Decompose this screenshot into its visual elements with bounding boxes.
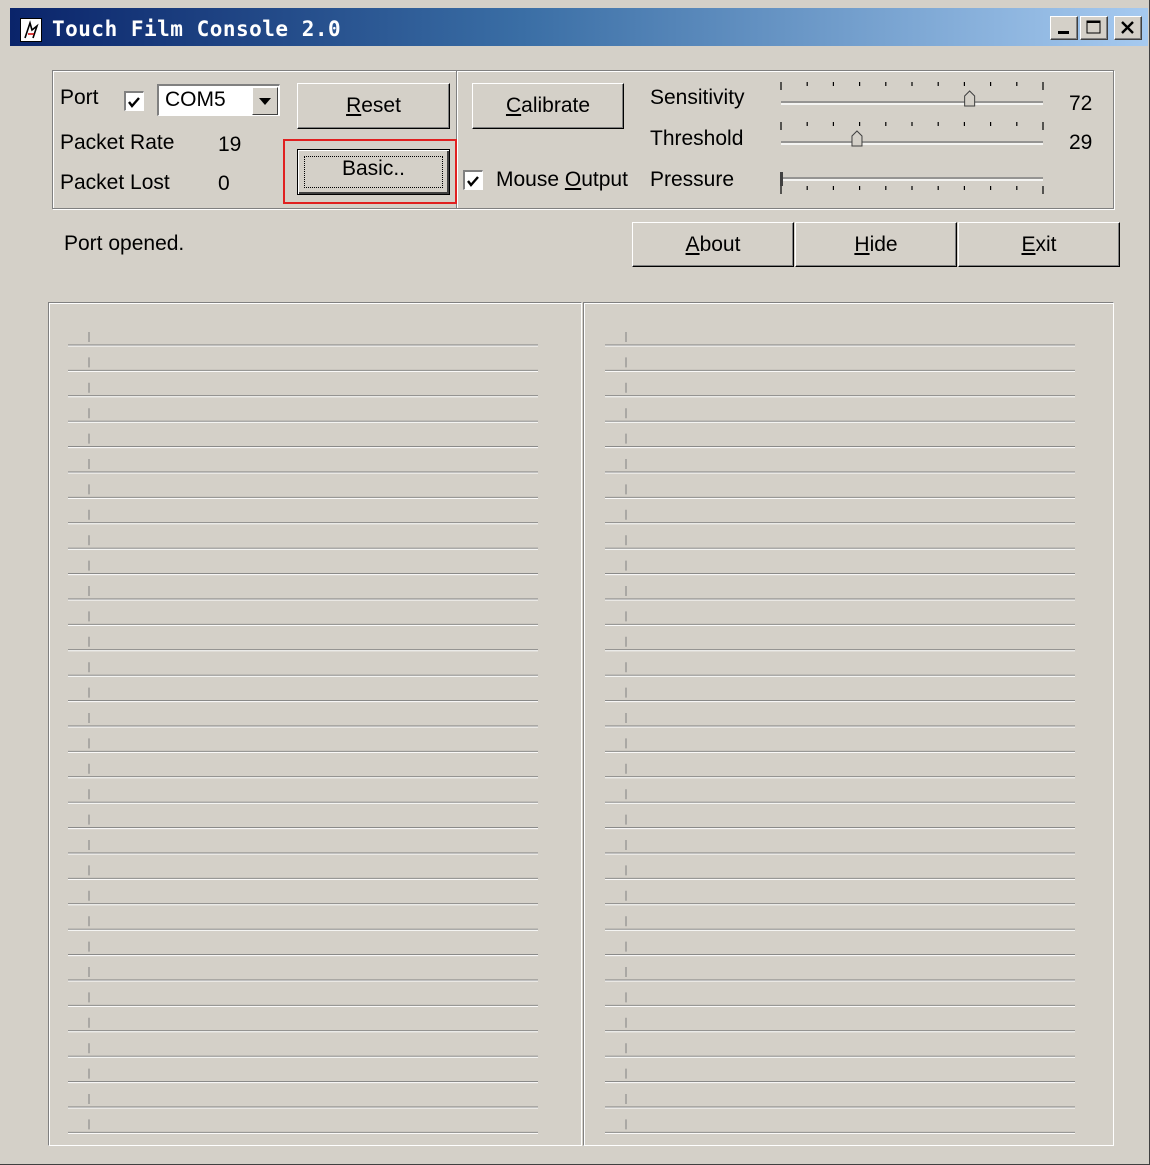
- window-title: Touch Film Console 2.0: [52, 17, 342, 41]
- close-icon: [1121, 21, 1134, 34]
- title-bar[interactable]: Touch Film Console 2.0: [10, 8, 1148, 46]
- threshold-label: Threshold: [650, 127, 744, 150]
- basic-label: Basic..: [341, 157, 406, 180]
- right-channel-tracks: [605, 332, 1075, 1134]
- reset-button[interactable]: Reset: [297, 83, 450, 129]
- pressure-thumb: [780, 172, 783, 186]
- checkmark-icon: [128, 97, 140, 108]
- mouse-output-checkbox[interactable]: [463, 170, 483, 190]
- threshold-thumb: [851, 130, 863, 147]
- port-label: Port: [60, 86, 99, 109]
- about-label-key: A: [685, 232, 700, 256]
- checkmark-icon: [467, 176, 479, 187]
- hide-label-key: H: [854, 232, 870, 256]
- maximize-icon: [1086, 20, 1101, 34]
- main-window: Touch Film Console 2.0 Port COM5 Packet …: [0, 0, 1150, 1165]
- sensitivity-slider[interactable]: [775, 80, 1051, 110]
- maximize-button[interactable]: [1080, 16, 1108, 40]
- pressure-slider[interactable]: [775, 168, 1051, 198]
- about-label-post: bout: [699, 232, 741, 256]
- mouse-output-label-pre: Mouse: [496, 168, 565, 191]
- threshold-slider[interactable]: [775, 120, 1051, 154]
- port-select-dropdown-button[interactable]: [252, 87, 278, 115]
- hide-button[interactable]: Hide: [795, 222, 957, 267]
- mouse-output-label[interactable]: Mouse Output: [496, 168, 628, 192]
- reset-label-post: eset: [361, 94, 401, 117]
- minimize-button[interactable]: [1050, 16, 1078, 40]
- app-icon[interactable]: [20, 18, 42, 42]
- sensitivity-thumb: [964, 90, 976, 107]
- port-select[interactable]: COM5: [157, 84, 280, 116]
- reset-label-key: R: [346, 94, 362, 117]
- sensitivity-value: 72: [1069, 92, 1093, 115]
- mouse-output-label-post: utput: [581, 168, 628, 191]
- right-signal-pane: [583, 302, 1114, 1146]
- calibrate-label-post: alibrate: [521, 94, 591, 117]
- port-enable-checkbox[interactable]: [124, 91, 144, 111]
- calibrate-button[interactable]: Calibrate: [472, 83, 624, 129]
- packet-lost-label: Packet Lost: [60, 171, 170, 194]
- calibrate-label-key: C: [505, 94, 522, 117]
- pressure-label: Pressure: [650, 168, 735, 191]
- minimize-icon: [1058, 31, 1069, 34]
- status-message: Port opened.: [64, 232, 185, 255]
- threshold-value: 29: [1069, 131, 1093, 154]
- close-button[interactable]: [1114, 16, 1142, 40]
- left-signal-pane: [48, 302, 582, 1146]
- exit-label-post: xit: [1035, 232, 1057, 256]
- chevron-down-icon: [259, 98, 271, 105]
- packet-lost-value: 0: [218, 172, 230, 195]
- packet-rate-label: Packet Rate: [60, 131, 175, 154]
- basic-button[interactable]: Basic..: [297, 149, 450, 195]
- sensitivity-label: Sensitivity: [650, 86, 745, 109]
- left-channel-tracks: [68, 332, 538, 1134]
- port-select-value: COM5: [165, 88, 226, 111]
- packet-rate-value: 19: [218, 133, 242, 156]
- hide-label-post: ide: [869, 232, 898, 256]
- exit-button[interactable]: Exit: [958, 222, 1120, 267]
- exit-label-key: E: [1021, 232, 1036, 256]
- mouse-output-label-key: O: [564, 168, 582, 191]
- about-button[interactable]: About: [632, 222, 794, 267]
